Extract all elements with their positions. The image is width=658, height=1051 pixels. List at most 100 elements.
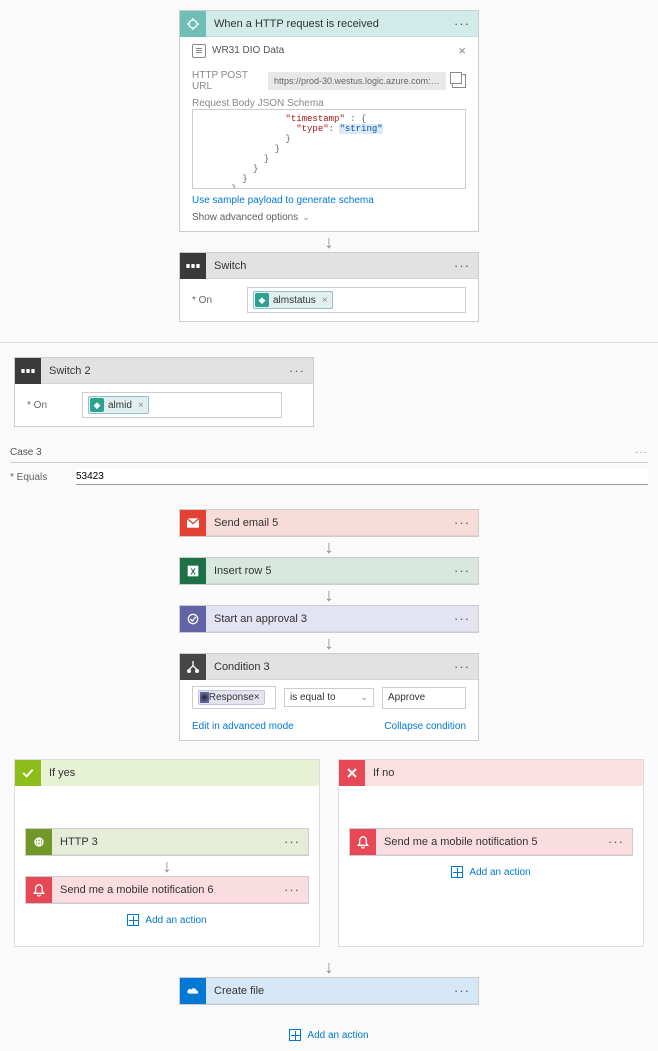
switch-on-label: On bbox=[192, 295, 247, 306]
create-file-card[interactable]: Create file ··· bbox=[179, 977, 479, 1005]
switch2-on-label: On bbox=[27, 400, 82, 411]
http3-menu-icon[interactable]: ··· bbox=[282, 834, 302, 849]
condition-icon bbox=[180, 654, 206, 680]
create-file-title: Create file bbox=[206, 985, 452, 997]
schema-label: Request Body JSON Schema bbox=[192, 98, 466, 109]
switch-menu-icon[interactable]: ··· bbox=[452, 258, 472, 273]
condition-header[interactable]: Condition 3 ··· bbox=[180, 654, 478, 680]
switch2-header[interactable]: Switch 2 ··· bbox=[15, 358, 313, 384]
send-email-title: Send email 5 bbox=[206, 517, 452, 529]
approval-title: Start an approval 3 bbox=[206, 613, 452, 625]
approval-menu-icon[interactable]: ··· bbox=[452, 611, 472, 626]
case-menu-icon[interactable]: ··· bbox=[635, 447, 648, 458]
notification6-card[interactable]: Send me a mobile notification 6 ··· bbox=[25, 876, 309, 904]
bell-icon bbox=[350, 829, 376, 855]
insert-row-title: Insert row 5 bbox=[206, 565, 452, 577]
onedrive-icon bbox=[180, 978, 206, 1004]
arrow-icon: ↓ bbox=[179, 633, 479, 653]
condition-card: Condition 3 ··· ◉ Response × is equal to… bbox=[179, 653, 479, 741]
almstatus-token[interactable]: ◆ almstatus × bbox=[253, 291, 333, 309]
switch2-card: Switch 2 ··· On ◆ almid × bbox=[14, 357, 314, 427]
edit-advanced-link[interactable]: Edit in advanced mode bbox=[192, 721, 294, 732]
case-title: Case 3 bbox=[10, 447, 42, 458]
switch-title: Switch bbox=[206, 260, 452, 272]
equals-label: Equals bbox=[10, 472, 70, 483]
notification5-card[interactable]: Send me a mobile notification 5 ··· bbox=[349, 828, 633, 856]
token-remove-icon[interactable]: × bbox=[254, 692, 260, 703]
switch-icon bbox=[180, 253, 206, 279]
switch-header[interactable]: Switch ··· bbox=[180, 253, 478, 279]
http-trigger-header[interactable]: When a HTTP request is received ··· bbox=[180, 11, 478, 37]
switch-on-field[interactable]: ◆ almstatus × bbox=[247, 287, 466, 313]
condition-left-field[interactable]: ◉ Response × bbox=[192, 686, 276, 709]
token-remove-icon[interactable]: × bbox=[322, 295, 328, 306]
if-no-label: If no bbox=[365, 767, 394, 779]
bell-icon bbox=[26, 877, 52, 903]
token-icon: ◉ bbox=[200, 692, 209, 703]
insert-row-card[interactable]: X Insert row 5 ··· bbox=[179, 557, 479, 585]
close-icon[interactable]: × bbox=[458, 43, 466, 58]
arrow-icon: ↓ bbox=[179, 585, 479, 605]
http3-title: HTTP 3 bbox=[52, 836, 282, 848]
token-icon: ◆ bbox=[90, 398, 104, 412]
check-icon bbox=[15, 760, 41, 786]
switch2-title: Switch 2 bbox=[41, 365, 287, 377]
message-icon bbox=[192, 44, 206, 58]
svg-text:X: X bbox=[190, 567, 196, 576]
if-yes-header: If yes bbox=[15, 760, 319, 786]
notification6-menu-icon[interactable]: ··· bbox=[282, 882, 302, 897]
switch2-on-field[interactable]: ◆ almid × bbox=[82, 392, 282, 418]
send-email-menu-icon[interactable]: ··· bbox=[452, 515, 472, 530]
globe-icon bbox=[180, 11, 206, 37]
arrow-icon: ↓ bbox=[179, 537, 479, 557]
equals-input[interactable] bbox=[76, 469, 648, 485]
token-icon: ◆ bbox=[255, 293, 269, 307]
trigger-title: When a HTTP request is received bbox=[206, 18, 452, 30]
create-file-menu-icon[interactable]: ··· bbox=[452, 983, 472, 998]
if-no-branch: If no Send me a mobile notification 5 ··… bbox=[338, 759, 644, 947]
trigger-inner-header: WR31 DIO Data × bbox=[180, 37, 478, 64]
add-icon bbox=[451, 866, 463, 878]
notification6-title: Send me a mobile notification 6 bbox=[52, 884, 282, 896]
collapse-condition-link[interactable]: Collapse condition bbox=[384, 721, 466, 732]
approval-icon bbox=[180, 606, 206, 632]
if-no-header: If no bbox=[339, 760, 643, 786]
arrow-icon: ↓ bbox=[179, 232, 479, 252]
gmail-icon bbox=[180, 510, 206, 536]
case-header[interactable]: Case 3 ··· bbox=[10, 443, 648, 463]
switch2-menu-icon[interactable]: ··· bbox=[287, 363, 307, 378]
http-icon bbox=[26, 829, 52, 855]
add-icon bbox=[127, 914, 139, 926]
schema-editor[interactable]: "timestamp" : { "type": "string" } } } }… bbox=[192, 109, 466, 189]
add-action-no[interactable]: Add an action bbox=[349, 856, 633, 888]
trigger-menu-icon[interactable]: ··· bbox=[452, 16, 472, 31]
almid-token[interactable]: ◆ almid × bbox=[88, 396, 149, 414]
condition-title: Condition 3 bbox=[206, 661, 452, 673]
condition-operator-select[interactable]: is equal to⌄ bbox=[284, 688, 374, 707]
response-token[interactable]: ◉ Response × bbox=[198, 690, 265, 705]
arrow-icon: ↓ bbox=[0, 957, 658, 977]
condition-right-field[interactable]: Approve bbox=[382, 687, 466, 709]
send-email-card[interactable]: Send email 5 ··· bbox=[179, 509, 479, 537]
notification5-menu-icon[interactable]: ··· bbox=[606, 834, 626, 849]
trigger-inner-title: WR31 DIO Data bbox=[212, 45, 284, 56]
add-action-yes[interactable]: Add an action bbox=[25, 904, 309, 936]
chevron-down-icon: ⌄ bbox=[360, 692, 368, 703]
http3-card[interactable]: HTTP 3 ··· bbox=[25, 828, 309, 856]
switch-card: Switch ··· On ◆ almstatus × bbox=[179, 252, 479, 322]
add-action-bottom[interactable]: Add an action bbox=[0, 1019, 658, 1051]
advanced-options-link[interactable]: Show advanced options⌄ bbox=[192, 212, 310, 223]
approval-card[interactable]: Start an approval 3 ··· bbox=[179, 605, 479, 633]
sample-payload-link[interactable]: Use sample payload to generate schema bbox=[192, 195, 374, 206]
if-yes-branch: If yes HTTP 3 ··· ↓ bbox=[14, 759, 320, 947]
copy-icon[interactable] bbox=[452, 74, 466, 88]
url-value: https://prod-30.westus.logic.azure.com:4… bbox=[268, 72, 446, 90]
excel-icon: X bbox=[180, 558, 206, 584]
switch-icon bbox=[15, 358, 41, 384]
cross-icon bbox=[339, 760, 365, 786]
token-remove-icon[interactable]: × bbox=[138, 400, 144, 411]
condition-menu-icon[interactable]: ··· bbox=[452, 659, 472, 674]
url-label: HTTP POST URL bbox=[192, 70, 262, 92]
insert-row-menu-icon[interactable]: ··· bbox=[452, 563, 472, 578]
add-icon bbox=[289, 1029, 301, 1041]
